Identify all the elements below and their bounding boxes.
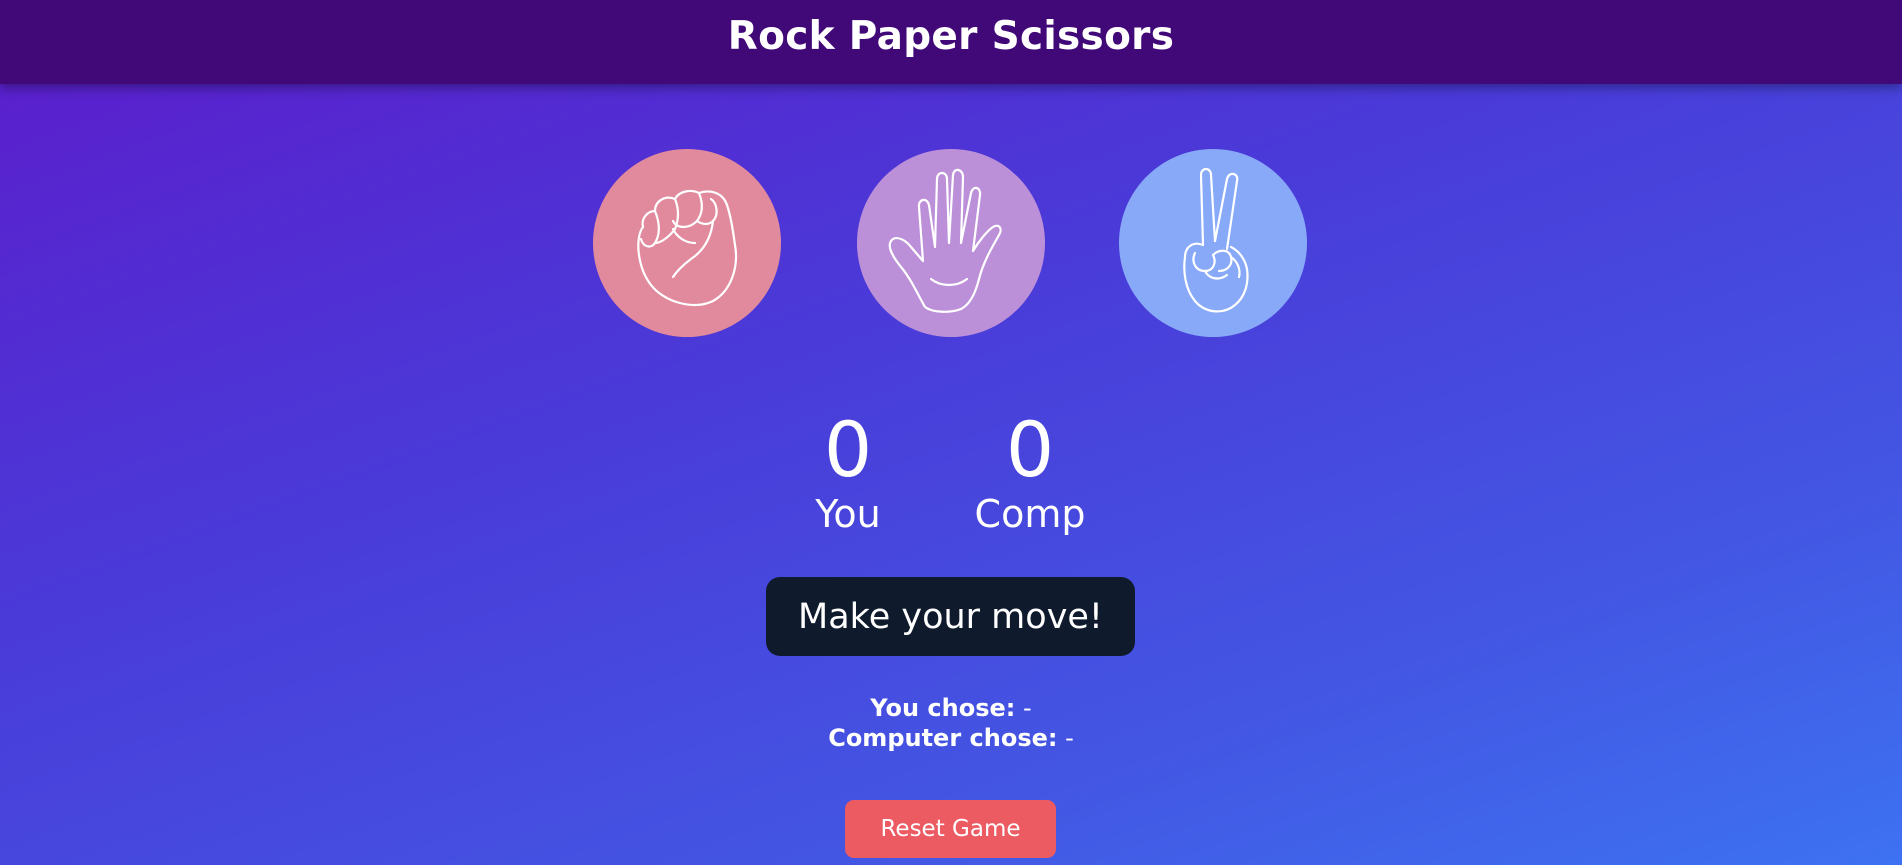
- scissors-choice-button[interactable]: [1119, 149, 1307, 337]
- computer-chose-label: Computer chose:: [828, 724, 1058, 752]
- you-chose-value: -: [1023, 694, 1032, 722]
- page-title: Rock Paper Scissors: [727, 13, 1175, 59]
- rock-fist-icon: [637, 189, 738, 306]
- reset-game-button[interactable]: Reset Game: [845, 800, 1056, 858]
- app-header: Rock Paper Scissors: [0, 0, 1902, 84]
- computer-score-label: Comp: [974, 492, 1086, 536]
- you-chose-label: You chose:: [870, 694, 1016, 722]
- player-score-value: 0: [823, 405, 873, 494]
- rock-choice-button[interactable]: [593, 149, 781, 337]
- choice-result: You chose: - Computer chose: -: [0, 693, 1902, 753]
- status-message: Make your move!: [766, 577, 1135, 656]
- computer-chose-value: -: [1065, 724, 1074, 752]
- computer-score: 0 Comp: [950, 405, 1110, 537]
- scissors-hand-icon: [1183, 167, 1249, 313]
- choices-row: [0, 149, 1902, 337]
- paper-hand-icon: [888, 168, 1002, 313]
- player-score: 0 You: [768, 405, 928, 537]
- you-chose-line: You chose: -: [0, 693, 1902, 723]
- computer-score-value: 0: [1005, 405, 1055, 494]
- computer-chose-line: Computer chose: -: [0, 723, 1902, 753]
- paper-choice-button[interactable]: [857, 149, 1045, 337]
- player-score-label: You: [815, 492, 881, 536]
